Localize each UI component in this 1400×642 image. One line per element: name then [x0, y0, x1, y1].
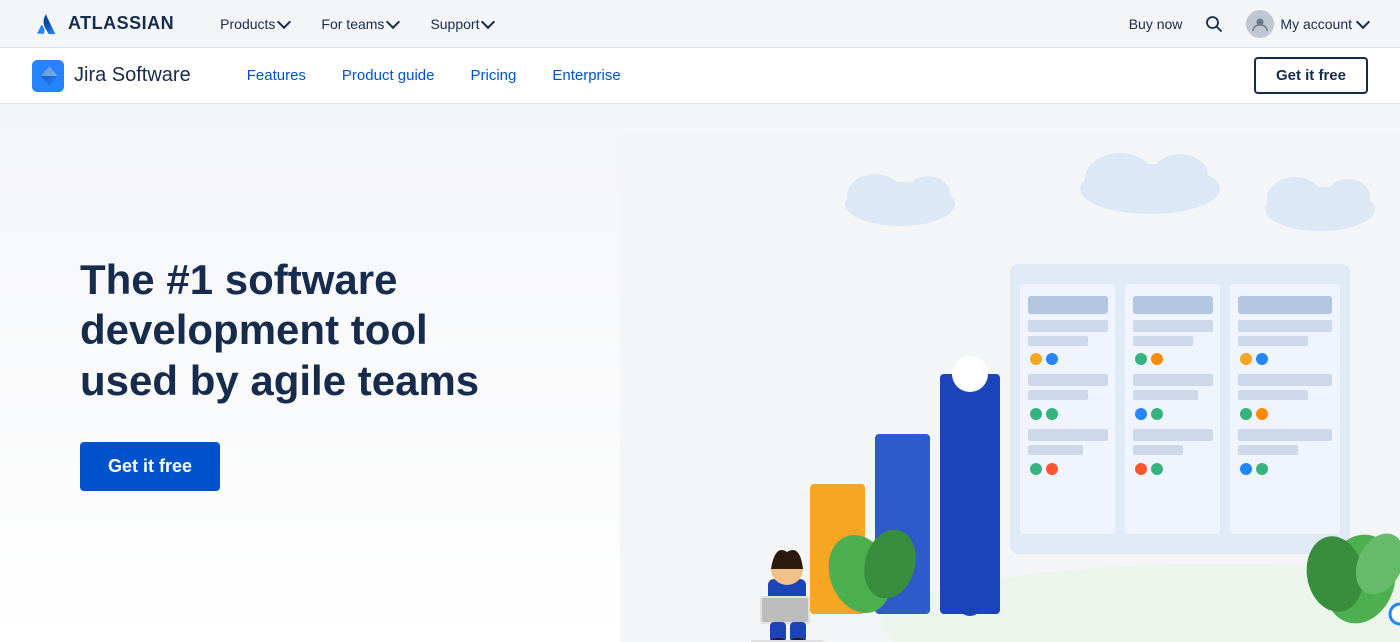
- my-account-button[interactable]: My account: [1246, 10, 1368, 38]
- support-label: Support: [430, 16, 479, 32]
- atlassian-logo-link[interactable]: ATLASSIAN: [32, 10, 174, 38]
- secondary-nav-links: Features Product guide Pricing Enterpris…: [231, 59, 637, 92]
- for-teams-nav-link[interactable]: For teams: [307, 8, 412, 40]
- products-chevron-icon: [277, 15, 291, 29]
- jira-software-logo[interactable]: Jira Software: [32, 60, 191, 92]
- search-button[interactable]: [1198, 8, 1230, 40]
- user-icon: [1251, 15, 1269, 33]
- jira-diamond-icon: [32, 60, 64, 92]
- secondary-navigation: Jira Software Features Product guide Pri…: [0, 48, 1400, 104]
- top-nav-links: Products For teams Support: [206, 8, 507, 40]
- for-teams-chevron-icon: [386, 15, 400, 29]
- hero-section: The #1 software development tool used by…: [0, 104, 1400, 642]
- jira-software-name: Jira Software: [74, 64, 191, 87]
- support-chevron-icon: [481, 15, 495, 29]
- buy-now-link[interactable]: Buy now: [1129, 16, 1183, 32]
- top-navigation: ATLASSIAN Products For teams Support Buy…: [0, 0, 1400, 48]
- products-nav-link[interactable]: Products: [206, 8, 303, 40]
- atlassian-logo-icon: [32, 10, 60, 38]
- secondary-get-it-free-button[interactable]: Get it free: [1254, 57, 1368, 94]
- my-account-label: My account: [1280, 16, 1352, 32]
- product-guide-link[interactable]: Product guide: [326, 59, 451, 92]
- top-nav-left: ATLASSIAN Products For teams Support: [32, 8, 507, 40]
- account-chevron-icon: [1356, 15, 1370, 29]
- features-link[interactable]: Features: [231, 59, 322, 92]
- enterprise-link[interactable]: Enterprise: [536, 59, 636, 92]
- atlassian-brand-name: ATLASSIAN: [68, 13, 174, 34]
- search-icon: [1205, 15, 1223, 33]
- hero-illustration: [620, 134, 1400, 642]
- support-nav-link[interactable]: Support: [416, 8, 507, 40]
- hero-get-it-free-button[interactable]: Get it free: [80, 442, 220, 491]
- top-nav-right: Buy now My account: [1129, 8, 1368, 40]
- products-label: Products: [220, 16, 275, 32]
- hero-title: The #1 software development tool used by…: [80, 255, 500, 406]
- pricing-link[interactable]: Pricing: [455, 59, 533, 92]
- for-teams-label: For teams: [321, 16, 384, 32]
- account-avatar: [1246, 10, 1274, 38]
- hero-content: The #1 software development tool used by…: [80, 255, 500, 491]
